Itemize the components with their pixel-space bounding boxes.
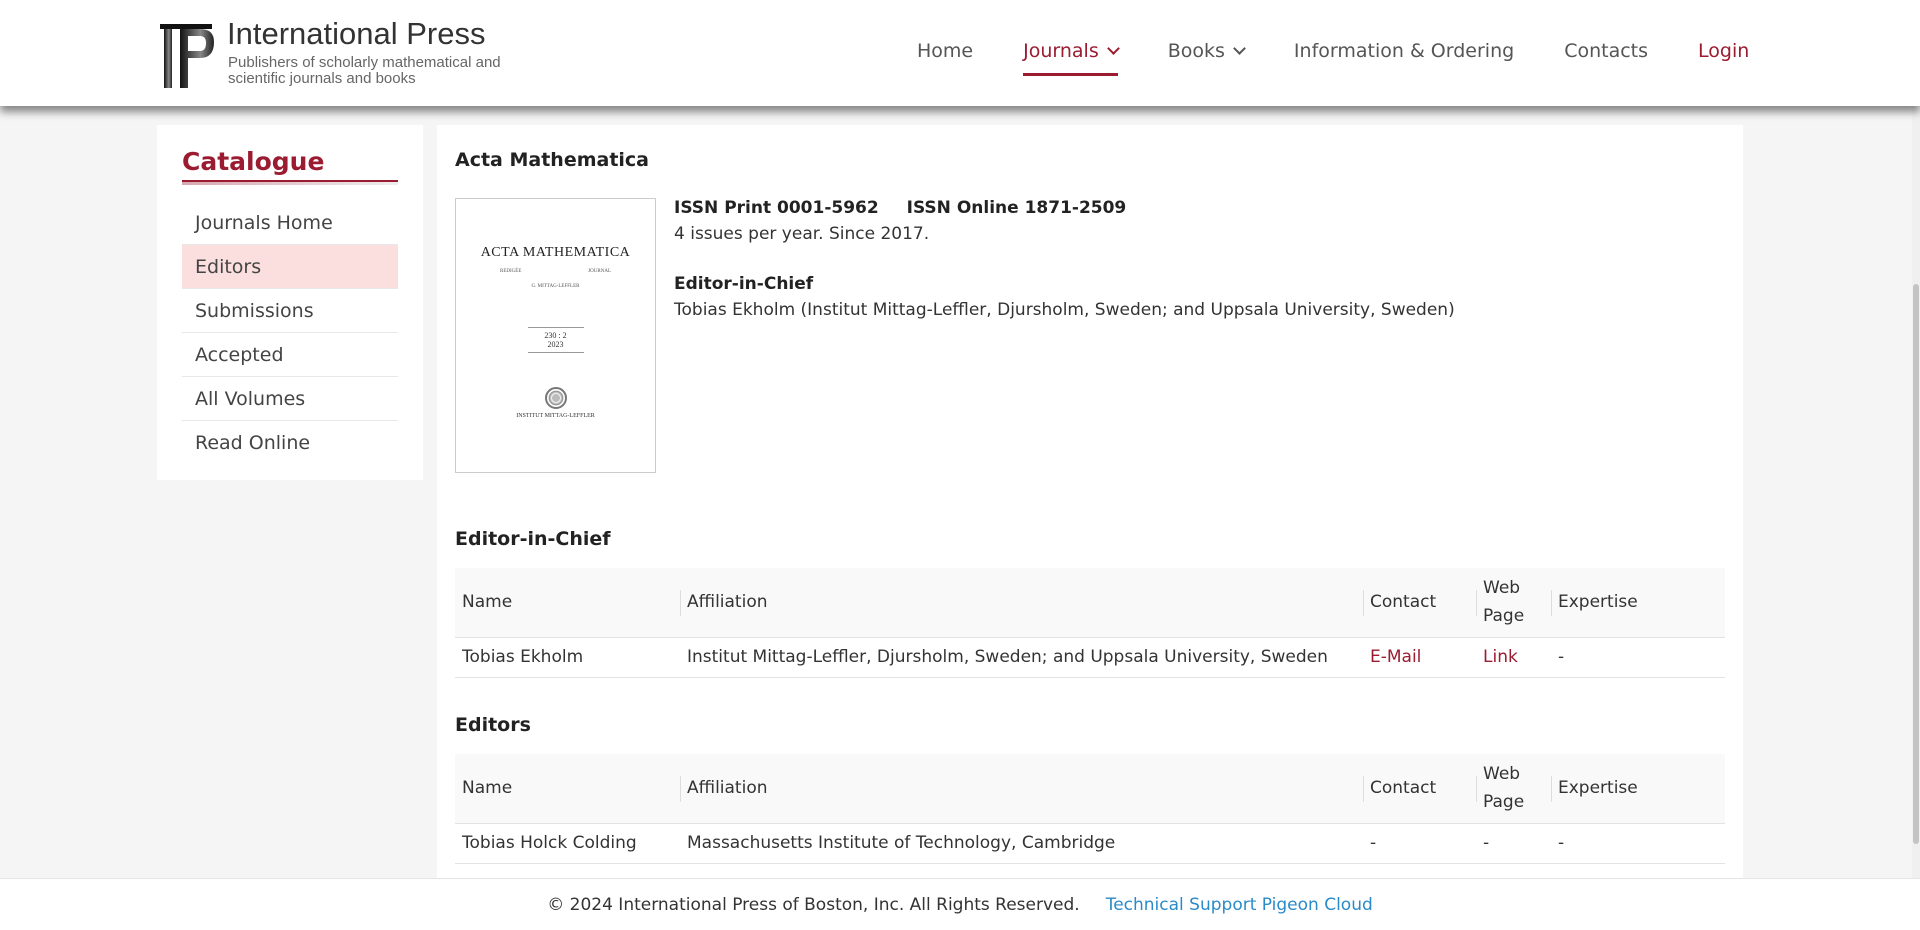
nav-info-label: Information & Ordering — [1293, 40, 1515, 62]
catalogue-sidebar: Catalogue Journals Home Editors Submissi… — [157, 125, 423, 480]
brand-name[interactable]: International Press — [227, 16, 485, 52]
journal-cover-image[interactable]: ACTA MATHEMATICA REDIGÉE JOURNAL G. MITT… — [455, 198, 656, 473]
journal-title: Acta Mathematica — [455, 149, 650, 171]
table-header-row: Name Affiliation Contact Web Page Expert… — [455, 754, 1725, 823]
nav-books-label: Books — [1167, 40, 1225, 62]
sidebar-item-submissions[interactable]: Submissions — [182, 289, 398, 333]
col-name: Name — [455, 754, 680, 823]
cell-affiliation: Massachusetts Institute of Technology, C… — [680, 822, 1363, 864]
eic-value: Tobias Ekholm (Institut Mittag-Leffler, … — [674, 300, 1455, 320]
sidebar-item-all-volumes[interactable]: All Volumes — [182, 377, 398, 421]
nav-journals[interactable]: Journals — [1023, 40, 1120, 76]
cover-volume: 230 : 2 2023 — [527, 327, 584, 353]
nav-home[interactable]: Home — [917, 40, 973, 62]
issn-line: ISSN Print 0001-5962 ISSN Online 1871-25… — [674, 198, 1455, 218]
site-header: International Press Publishers of schola… — [0, 0, 1920, 106]
table-header-row: Name Affiliation Contact Web Page Expert… — [455, 568, 1725, 637]
nav-login[interactable]: Login — [1698, 40, 1749, 62]
cell-affiliation: Institut Mittag-Leffler, Djursholm, Swed… — [680, 636, 1363, 678]
main-content: Acta Mathematica ACTA MATHEMATICA REDIGÉ… — [437, 125, 1743, 885]
cell-expertise: - — [1551, 636, 1725, 678]
cover-left-sub: REDIGÉE — [500, 269, 522, 274]
nav-login-label: Login — [1698, 40, 1750, 62]
main-nav: Home Journals Books Information & Orderi… — [917, 40, 1749, 76]
eic-label: Editor-in-Chief — [674, 274, 814, 294]
cover-editor: G. MITTAG-LEFFLER — [531, 284, 580, 289]
issn-online: ISSN Online 1871-2509 — [906, 198, 1127, 218]
col-affiliation: Affiliation — [680, 754, 1363, 823]
cover-volume-number: 230 : 2 — [544, 331, 567, 340]
scrollbar-thumb[interactable] — [1913, 284, 1919, 844]
col-expertise: Expertise — [1551, 754, 1725, 823]
nav-books[interactable]: Books — [1167, 40, 1246, 62]
chevron-down-icon — [1106, 41, 1120, 55]
issue-frequency: 4 issues per year. Since 2017. — [674, 224, 930, 244]
cell-expertise: - — [1551, 822, 1725, 864]
col-web-page: Web Page — [1476, 754, 1551, 823]
sidebar-item-journals-home[interactable]: Journals Home — [182, 201, 398, 245]
issn-print: ISSN Print 0001-5962 — [674, 198, 879, 218]
chevron-down-icon — [1233, 41, 1246, 55]
sidebar-item-accepted[interactable]: Accepted — [182, 333, 398, 377]
col-contact: Contact — [1363, 568, 1476, 637]
email-link[interactable]: E-Mail — [1363, 636, 1476, 678]
col-expertise: Expertise — [1551, 568, 1725, 637]
col-affiliation: Affiliation — [680, 568, 1363, 637]
nav-contacts[interactable]: Contacts — [1564, 40, 1648, 62]
site-footer: © 2024 International Press of Boston, In… — [0, 878, 1920, 930]
nav-contacts-label: Contacts — [1564, 40, 1649, 62]
eic-section-title: Editor-in-Chief — [455, 528, 611, 550]
cover-volume-year: 2023 — [547, 340, 564, 349]
page-scrollbar[interactable] — [1912, 106, 1920, 878]
sidebar-item-editors[interactable]: Editors — [182, 245, 398, 289]
cover-institute: INSTITUT MITTAG-LEFFLER — [516, 413, 595, 419]
cell-contact: - — [1363, 822, 1476, 864]
nav-home-label: Home — [917, 40, 974, 62]
col-name: Name — [455, 568, 680, 637]
catalogue-title: Catalogue — [182, 147, 325, 176]
ip-logo-icon[interactable] — [160, 24, 216, 88]
journal-meta: ISSN Print 0001-5962 ISSN Online 1871-25… — [674, 198, 1455, 320]
col-contact: Contact — [1363, 754, 1476, 823]
table-row: Tobias Holck Colding Massachusetts Insti… — [455, 822, 1725, 864]
nav-journals-label: Journals — [1023, 40, 1099, 62]
cover-subtitles: REDIGÉE JOURNAL — [500, 269, 611, 274]
cell-web-page: - — [1476, 822, 1551, 864]
cell-name: Tobias Ekholm — [455, 636, 680, 678]
copyright-text: © 2024 International Press of Boston, In… — [547, 894, 1080, 915]
catalogue-divider — [182, 180, 398, 185]
cover-right-sub: JOURNAL — [588, 269, 611, 274]
cell-name: Tobias Holck Colding — [455, 822, 680, 864]
col-web-page: Web Page — [1476, 568, 1551, 637]
eic-table: Name Affiliation Contact Web Page Expert… — [455, 568, 1725, 678]
technical-support-link[interactable]: Technical Support Pigeon Cloud — [1106, 895, 1373, 915]
table-row: Tobias Ekholm Institut Mittag-Leffler, D… — [455, 636, 1725, 678]
cover-title: ACTA MATHEMATICA — [480, 245, 631, 260]
sidebar-item-read-online[interactable]: Read Online — [182, 421, 398, 465]
nav-information-ordering[interactable]: Information & Ordering — [1294, 40, 1514, 62]
catalogue-menu: Journals Home Editors Submissions Accept… — [182, 201, 398, 465]
editors-section-title: Editors — [455, 714, 531, 736]
seal-icon — [544, 387, 567, 409]
web-page-link[interactable]: Link — [1476, 636, 1551, 678]
brand-tagline: Publishers of scholarly mathematical and… — [228, 54, 501, 87]
editors-table: Name Affiliation Contact Web Page Expert… — [455, 754, 1725, 864]
